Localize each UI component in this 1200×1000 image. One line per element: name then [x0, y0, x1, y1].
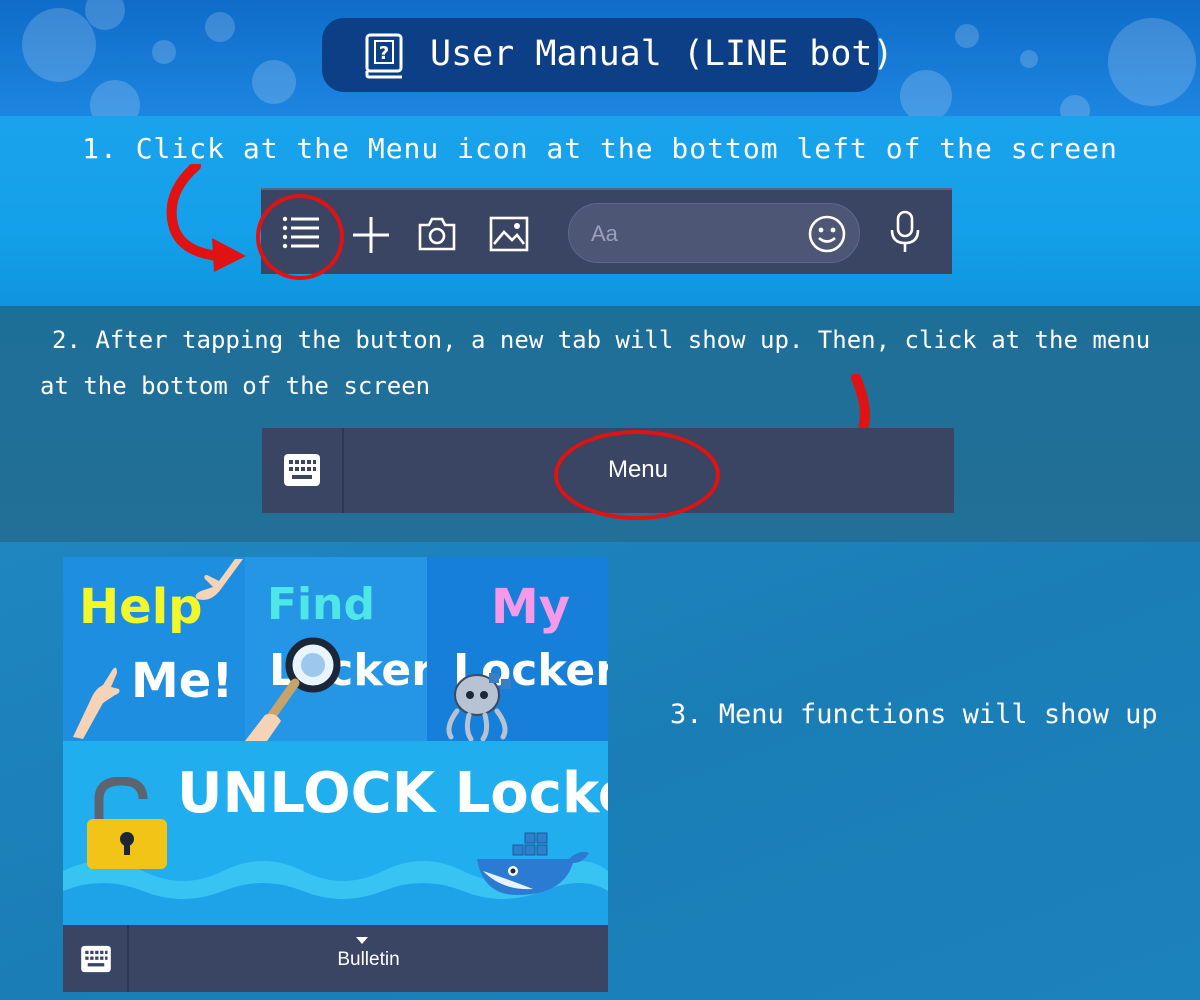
keyboard-icon — [81, 945, 111, 973]
header-banner: ? User Manual (LINE bot) — [0, 0, 1200, 116]
step-2-instruction-line-2: at the bottom of the screen — [40, 372, 431, 400]
my-tile-label-1: My — [491, 579, 571, 635]
decor-bubble — [152, 40, 176, 64]
microphone-icon[interactable] — [888, 210, 922, 254]
caret-down-icon — [356, 937, 368, 944]
padlock-icon — [87, 777, 167, 869]
unlock-tile-label: UNLOCK Locker — [177, 761, 608, 826]
step-3-section: Help Me! Find Locker My Locker UNLOCK Lo… — [0, 542, 1200, 1000]
bulletin-button[interactable]: Bulletin — [129, 949, 608, 971]
decor-bubble — [955, 24, 979, 48]
page-title: User Manual (LINE bot) — [430, 34, 894, 74]
plus-icon[interactable] — [351, 215, 391, 255]
help-book-icon: ? — [365, 33, 403, 79]
message-input[interactable]: Aa — [568, 203, 860, 263]
decor-bubble — [90, 80, 140, 116]
step-2-section: 2. After tapping the button, a new tab w… — [0, 306, 1200, 542]
step-1-section: 1. Click at the Menu icon at the bottom … — [0, 116, 1200, 306]
step-3-instruction: 3. Menu functions will show up — [670, 699, 1158, 730]
emoji-icon[interactable] — [807, 214, 847, 254]
step-1-instruction: 1. Click at the Menu icon at the bottom … — [82, 132, 1118, 165]
help-me-tile[interactable]: Help Me! — [63, 557, 245, 741]
chat-toolbar: Aa — [261, 188, 952, 274]
title-pill: ? User Manual (LINE bot) — [322, 18, 894, 92]
find-tile-label-1: Find — [267, 579, 375, 630]
hand-icon — [195, 559, 243, 600]
docker-whale-icon — [477, 832, 589, 895]
svg-text:?: ? — [379, 43, 389, 64]
image-icon[interactable] — [489, 216, 529, 252]
rich-menu: Help Me! Find Locker My Locker UNLOCK Lo… — [63, 557, 608, 992]
my-locker-tile[interactable]: My Locker — [427, 557, 608, 741]
pointer-arrow-icon — [166, 164, 246, 272]
help-tile-label-2: Me! — [131, 653, 234, 709]
magnifier-icon — [245, 637, 341, 741]
decor-bubble — [205, 12, 235, 42]
highlight-circle — [256, 194, 344, 280]
decor-bubble — [1060, 95, 1090, 116]
decor-bubble — [900, 70, 952, 116]
message-placeholder: Aa — [591, 221, 618, 246]
keyboard-toggle[interactable] — [63, 925, 129, 992]
decor-bubble — [252, 60, 296, 104]
step-2-instruction-line-1: 2. After tapping the button, a new tab w… — [52, 326, 1151, 354]
help-tile-label-1: Help — [79, 579, 203, 635]
decor-bubble — [1108, 18, 1196, 106]
decor-bubble — [22, 8, 96, 82]
decor-bubble — [1020, 50, 1038, 68]
find-locker-tile[interactable]: Find Locker — [245, 557, 427, 741]
rich-menu-bar: Bulletin — [63, 925, 608, 992]
camera-icon[interactable] — [417, 216, 457, 252]
octopus-icon — [446, 673, 511, 741]
hand-icon — [73, 667, 120, 739]
highlight-circle — [554, 430, 720, 520]
unlock-locker-tile[interactable]: UNLOCK Locker — [63, 741, 608, 925]
